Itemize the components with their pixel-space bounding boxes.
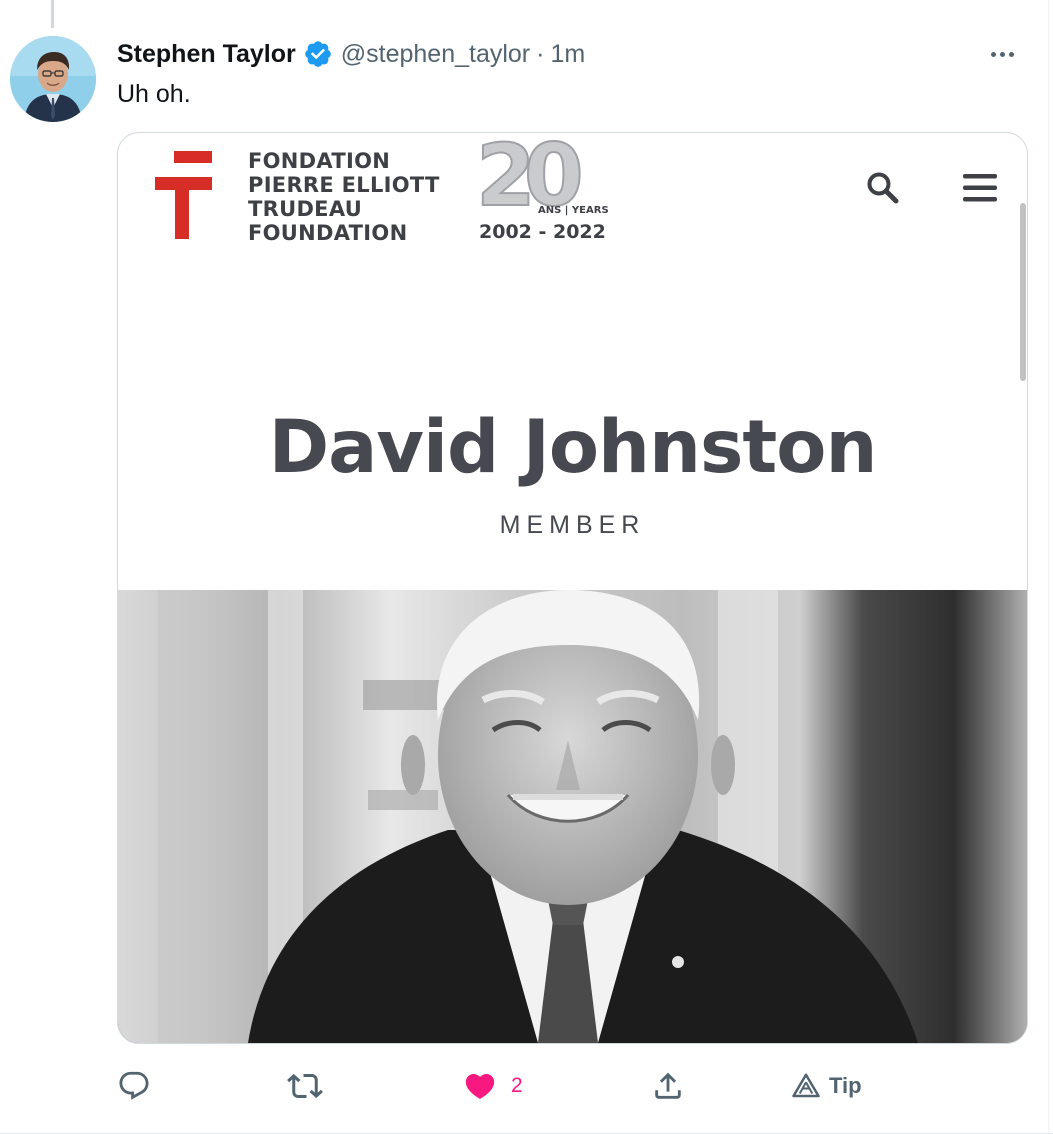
tip-icon	[792, 1073, 820, 1098]
hamburger-menu-icon[interactable]	[963, 173, 997, 203]
portrait-photo	[118, 590, 1027, 1043]
org-name-line: PIERRE ELLIOTT	[248, 173, 440, 197]
anniversary-years: 2002 - 2022	[479, 221, 606, 243]
search-icon[interactable]	[866, 171, 900, 205]
share-button[interactable]	[651, 1066, 685, 1106]
tip-button[interactable]: Tip	[791, 1066, 862, 1106]
person-role-label: MEMBER	[499, 511, 646, 539]
foundation-logo-icon	[155, 151, 212, 239]
anniversary-badge: 20 ANS | YEARS 2002 - 2022	[475, 133, 609, 245]
share-icon	[655, 1072, 681, 1099]
org-name-line: FOUNDATION	[248, 221, 408, 245]
retweet-button[interactable]	[287, 1066, 323, 1106]
tweet-header: Stephen Taylor @stephen_taylor · 1m	[117, 38, 585, 70]
author-display-name[interactable]: Stephen Taylor	[117, 40, 296, 69]
tweet-timestamp[interactable]: 1m	[550, 40, 585, 69]
more-dot	[990, 51, 996, 57]
heart-filled-icon	[465, 1073, 495, 1099]
retweet-icon	[287, 1073, 323, 1099]
more-options-button[interactable]	[984, 40, 1020, 68]
foundation-name: FONDATION PIERRE ELLIOTT TRUDEAU FOUNDAT…	[248, 149, 440, 245]
attached-image-card[interactable]: FONDATION PIERRE ELLIOTT TRUDEAU FOUNDAT…	[117, 132, 1028, 1044]
person-name-heading: David Johnston	[268, 405, 878, 490]
org-name-line: TRUDEAU	[248, 197, 363, 221]
tip-label: Tip	[829, 1073, 862, 1098]
anniversary-label: ANS | YEARS	[538, 205, 609, 216]
like-count: 2	[511, 1074, 523, 1097]
org-name-line: FONDATION	[248, 149, 391, 173]
author-handle[interactable]: @stephen_taylor	[341, 40, 530, 69]
timeline-border	[1048, 0, 1049, 1134]
header-separator: ·	[536, 39, 545, 68]
page-scrollbar[interactable]	[1020, 203, 1026, 381]
tweet-text: Uh oh.	[117, 80, 191, 108]
reply-button[interactable]	[117, 1066, 151, 1106]
verified-badge-icon	[303, 39, 333, 69]
website-header: FONDATION PIERRE ELLIOTT TRUDEAU FOUNDAT…	[118, 133, 1027, 253]
reply-icon	[119, 1071, 149, 1100]
like-button[interactable]: 2	[463, 1066, 523, 1106]
author-avatar[interactable]	[10, 36, 96, 122]
more-dot	[1008, 51, 1014, 57]
avatar-photo	[10, 36, 96, 122]
more-dot	[999, 51, 1005, 57]
tweet-actions-bar: 2 Tip	[117, 1066, 877, 1106]
thread-connector-line	[51, 0, 54, 28]
